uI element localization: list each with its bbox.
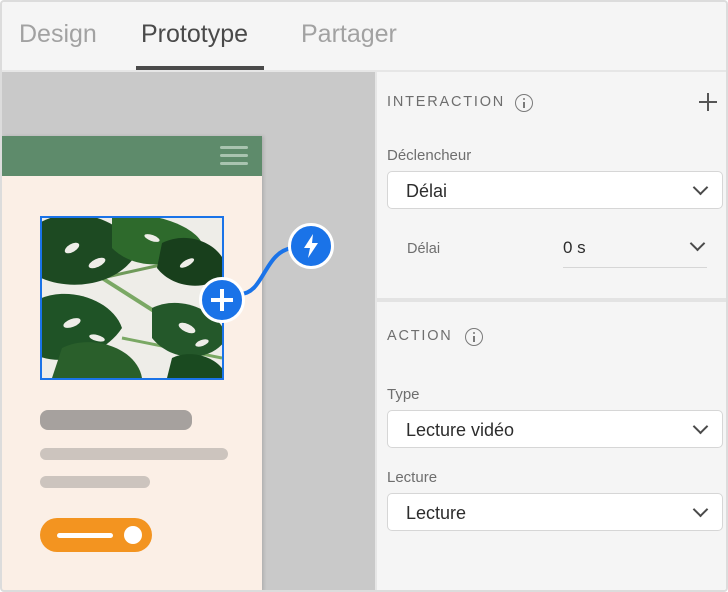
artboard-header (2, 136, 262, 176)
hamburger-menu-icon[interactable] (220, 144, 248, 166)
action-type-value: Lecture vidéo (406, 420, 515, 440)
toggle-knob (124, 526, 142, 544)
trigger-value: Délai (406, 181, 448, 201)
type-label: Type (387, 386, 420, 403)
playback-value: Lecture (406, 503, 467, 523)
chevron-down-icon (692, 501, 709, 518)
delay-label: Délai (407, 241, 441, 257)
tab-prototype[interactable]: Prototype (141, 20, 248, 70)
chevron-down-icon (692, 418, 709, 435)
placeholder-text-line (40, 476, 150, 488)
playback-dropdown[interactable]: Lecture (387, 493, 723, 531)
chevron-down-icon (692, 179, 709, 196)
tab-design[interactable]: Design (19, 20, 97, 70)
property-inspector: INTERACTION Déclencheur Délai Délai 0 s … (375, 72, 726, 590)
delay-select[interactable]: 0 s (563, 235, 707, 268)
action-type-dropdown[interactable]: Lecture vidéo (387, 410, 723, 448)
trigger-dropdown[interactable]: Délai (387, 171, 723, 209)
monstera-photo (42, 218, 222, 378)
placeholder-heading (40, 410, 192, 430)
mobile-artboard[interactable] (2, 136, 262, 590)
selected-image[interactable] (40, 216, 224, 380)
delay-subpanel: Délai 0 s (377, 222, 726, 298)
info-icon[interactable] (515, 94, 533, 112)
action-section-title: ACTION (387, 328, 453, 344)
toggle-track-line (57, 533, 113, 538)
delay-value: 0 s (563, 238, 586, 257)
mode-tabbar: Design Prototype Partager (2, 2, 726, 72)
tab-share[interactable]: Partager (301, 20, 397, 70)
toggle-switch[interactable] (40, 518, 152, 552)
playback-label: Lecture (387, 469, 438, 486)
plus-icon (211, 289, 233, 311)
info-icon[interactable] (465, 328, 483, 346)
prototype-window: Design Prototype Partager INTERACTION Dé… (0, 0, 728, 592)
trigger-label: Déclencheur (387, 147, 472, 164)
add-interaction-icon[interactable] (698, 92, 718, 112)
section-divider (377, 298, 726, 302)
active-tab-indicator (136, 66, 264, 70)
lightning-bolt-icon (304, 234, 318, 258)
design-canvas[interactable] (2, 72, 375, 590)
placeholder-text-line (40, 448, 228, 460)
add-interaction-plus-icon[interactable] (199, 277, 245, 323)
interaction-section-title: INTERACTION (387, 94, 506, 110)
chevron-down-icon (689, 235, 706, 252)
trigger-lightning-bolt-icon[interactable] (288, 223, 334, 269)
